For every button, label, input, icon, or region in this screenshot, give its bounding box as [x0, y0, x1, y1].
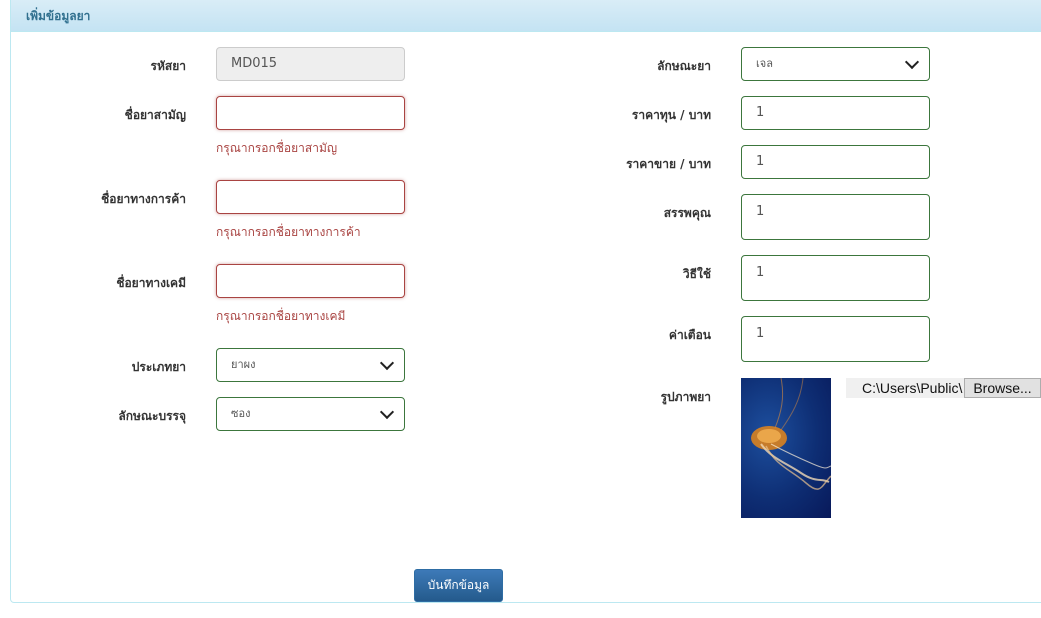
save-button[interactable]: บันทึกข้อมูล [414, 569, 503, 602]
drug-image-preview [741, 378, 831, 518]
sell-price-label: ราคาขาย / บาท [626, 157, 711, 171]
drug-form-value: เจล [756, 57, 773, 70]
drug-type-value: ยาผง [231, 358, 256, 371]
browse-button[interactable]: Browse... [964, 378, 1041, 398]
panel-title: เพิ่มข้อมูลยา [26, 9, 91, 23]
file-path-field[interactable]: C:\Users\Public\ [846, 378, 964, 398]
cost-price-label: ราคาทุน / บาท [631, 108, 711, 122]
generic-name-label: ชื่อยาสามัญ [124, 108, 186, 122]
drug-code-input[interactable]: MD015 [216, 47, 405, 81]
trade-name-input[interactable] [216, 180, 405, 214]
package-select[interactable]: ซอง [216, 397, 405, 431]
generic-name-input[interactable] [216, 96, 405, 130]
chevron-down-icon [379, 404, 395, 420]
properties-textarea[interactable]: 1 [741, 194, 930, 240]
package-label: ลักษณะบรรจุ [118, 409, 186, 423]
generic-name-error: กรุณากรอกชื่อยาสามัญ [216, 141, 338, 155]
drug-form-select[interactable]: เจล [741, 47, 930, 81]
usage-label: วิธีใช้ [682, 267, 711, 281]
warning-label: ค่าเตือน [668, 328, 711, 342]
drug-code-label: รหัสยา [150, 59, 186, 73]
chemical-name-input[interactable] [216, 264, 405, 298]
trade-name-label: ชื่อยาทางการค้า [101, 192, 186, 206]
cost-price-input[interactable]: 1 [741, 96, 930, 130]
usage-textarea[interactable]: 1 [741, 255, 930, 301]
drug-image-label: รูปภาพยา [660, 390, 711, 404]
form-panel: เพิ่มข้อมูลยา [10, 0, 1041, 603]
chemical-name-label: ชื่อยาทางเคมี [116, 276, 186, 290]
warning-textarea[interactable]: 1 [741, 316, 930, 362]
drug-type-label: ประเภทยา [131, 360, 186, 374]
panel-heading: เพิ่มข้อมูลยา [11, 0, 1041, 32]
trade-name-error: กรุณากรอกชื่อยาทางการค้า [216, 225, 361, 239]
file-input[interactable]: C:\Users\Public\ Browse... [846, 378, 1041, 398]
properties-label: สรรพคุณ [663, 206, 711, 220]
chevron-down-icon [904, 54, 920, 70]
chemical-name-error: กรุณากรอกชื่อยาทางเคมี [216, 309, 346, 323]
chevron-down-icon [379, 355, 395, 371]
jellyfish-image [751, 378, 831, 490]
package-value: ซอง [231, 407, 251, 420]
sell-price-input[interactable]: 1 [741, 145, 930, 179]
drug-form-label: ลักษณะยา [657, 59, 711, 73]
drug-type-select[interactable]: ยาผง [216, 348, 405, 382]
